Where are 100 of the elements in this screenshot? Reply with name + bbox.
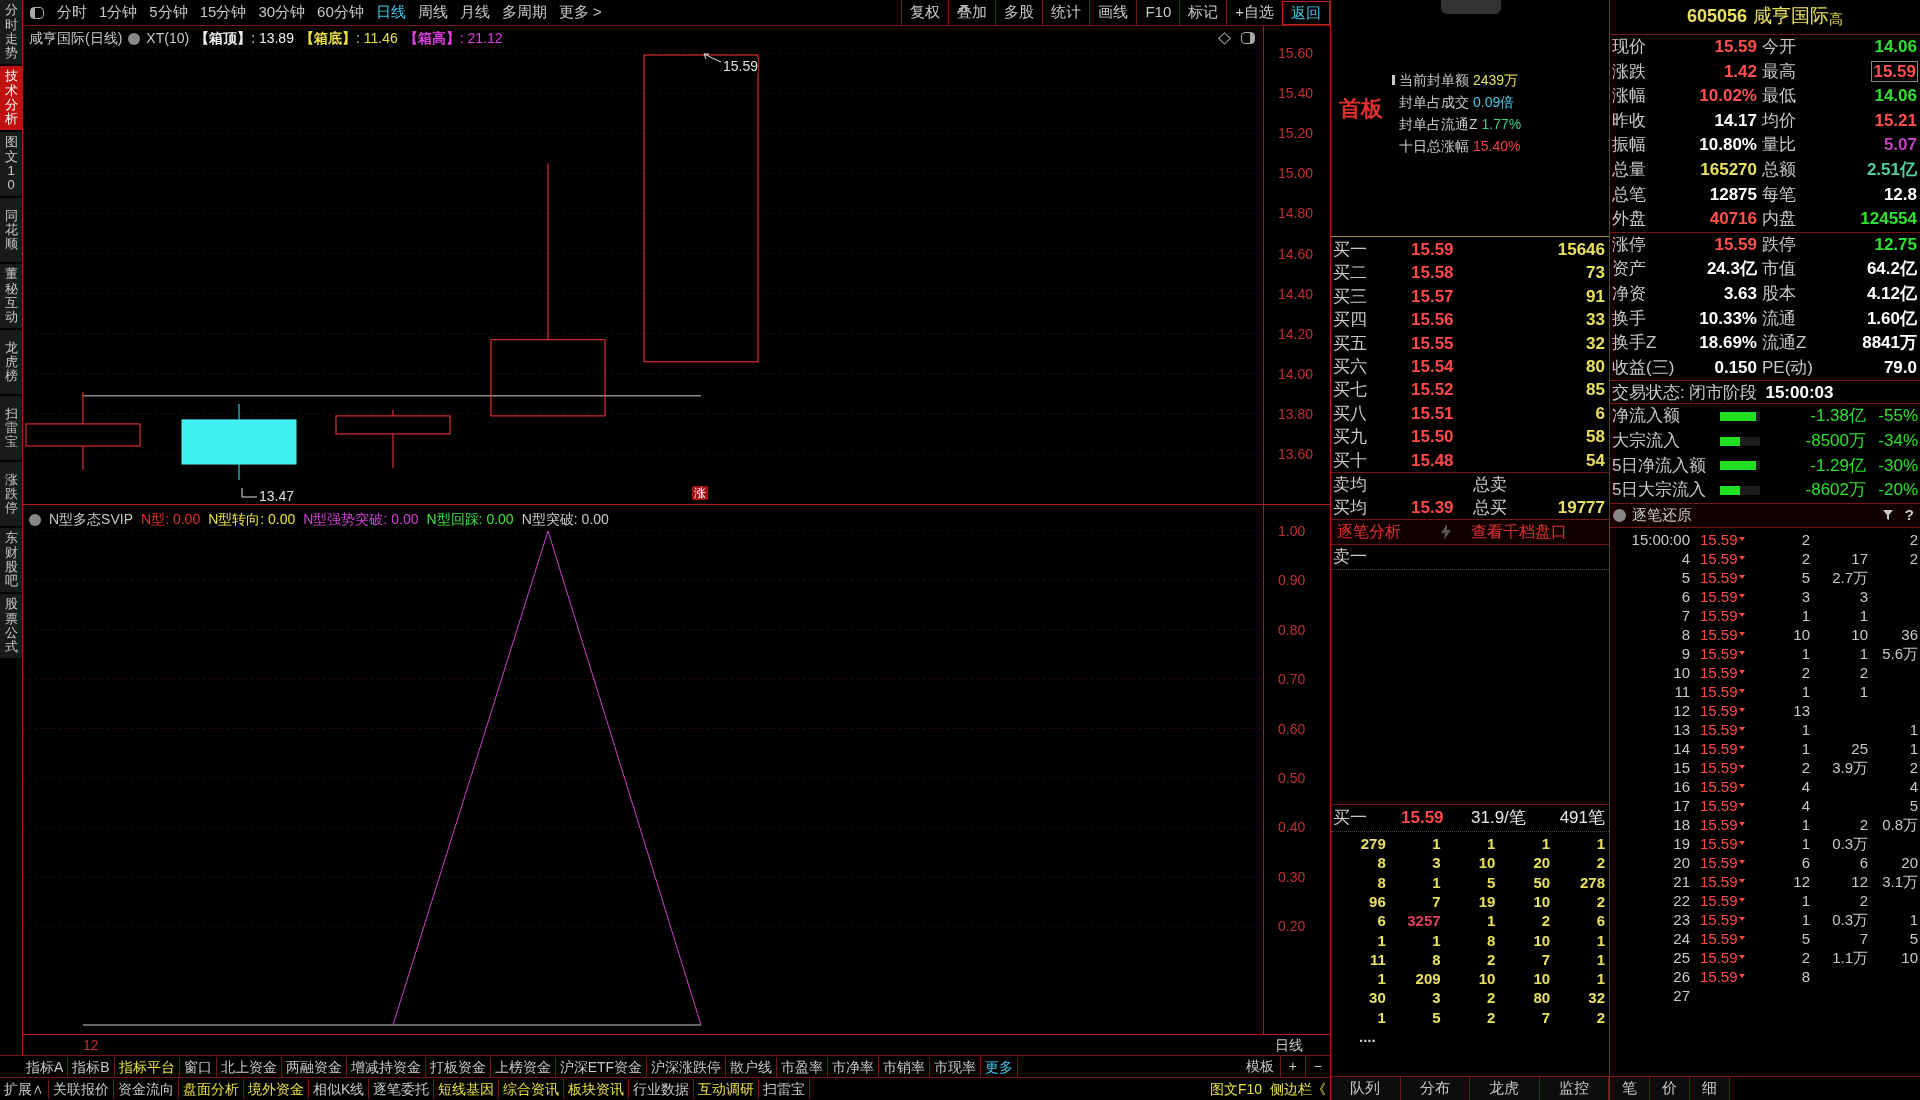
sidebar-tab[interactable]: 股票公式 [0, 594, 22, 658]
tick-group-value: 0.8万 [1882, 815, 1918, 833]
more-orders: .... [1358, 1027, 1377, 1047]
period-tab[interactable]: 5分钟 [143, 1, 194, 24]
period-tab[interactable]: 分时 [51, 1, 93, 24]
function-tab[interactable]: 扫雷宝 [759, 1079, 811, 1099]
panel-toggle-icon[interactable] [1241, 32, 1255, 44]
function-tab[interactable]: 图文F10 [1205, 1079, 1266, 1099]
sidebar-tab[interactable]: 涨跌停 [0, 462, 22, 526]
indicator-tab[interactable]: 市现率 [930, 1056, 982, 1077]
function-tab[interactable]: 侧边栏《 [1266, 1079, 1330, 1099]
indicator-tab[interactable]: 上榜资金 [490, 1056, 556, 1077]
queue-order-cell-text: 10 [1532, 891, 1551, 912]
toolbar-button[interactable]: 统计 [1042, 0, 1090, 26]
tick-time: 15:00:00 [1630, 529, 1690, 549]
indicator-toggle-icon[interactable] [128, 32, 141, 45]
sidebar-tab[interactable]: 分时走势 [0, 0, 22, 64]
period-tab[interactable]: 多周期 [495, 1, 553, 24]
toolbar-button[interactable]: 标记 [1179, 0, 1227, 26]
indicator-tab[interactable]: 指标B [68, 1056, 115, 1077]
function-tab[interactable]: 逐笔委托 [369, 1079, 435, 1099]
average-label: 买均 [1332, 497, 1368, 520]
collapse-icon[interactable] [1613, 508, 1626, 522]
panel-tab[interactable]: 龙虎 [1470, 1077, 1540, 1100]
down-arrow-icon [1738, 746, 1745, 751]
period-tab[interactable]: 周线 [411, 1, 454, 24]
queue-order-cell-text: 80 [1532, 988, 1551, 1008]
quote-label: 总量 [1611, 158, 1646, 181]
tick-volume: 1 [1801, 606, 1810, 624]
panel-toggle-icon[interactable] [30, 6, 44, 19]
function-tab[interactable]: 相似K线 [309, 1079, 370, 1099]
toolbar-button[interactable]: +自选 [1226, 0, 1282, 26]
analysis-tab[interactable]: 逐笔分析 [1331, 520, 1441, 545]
bid-price: 15.48 [1411, 449, 1455, 472]
period-tab[interactable]: 日线 [369, 1, 412, 24]
period-tab[interactable]: 30分钟 [252, 1, 312, 24]
panel-tab[interactable]: 分布 [1400, 1077, 1470, 1100]
panel-tab[interactable]: 细 [1690, 1077, 1730, 1100]
add-button[interactable]: + [1279, 1056, 1305, 1077]
quote-value: 10.02% [1698, 86, 1758, 106]
function-tab[interactable]: 关联报价 [49, 1079, 114, 1099]
function-tab[interactable]: 互动调研 [694, 1079, 760, 1099]
more-button[interactable]: 更多 > [552, 1, 608, 24]
indicator-tab[interactable]: 市盈率 [777, 1056, 829, 1077]
function-tab[interactable]: 板块资讯 [564, 1079, 630, 1099]
toolbar-button[interactable]: 复权 [901, 0, 949, 26]
indicator-tab[interactable]: 北上资金 [216, 1056, 282, 1077]
sidebar-tab[interactable]: 龙虎榜 [0, 330, 22, 394]
back-button[interactable]: 返回 [1282, 0, 1330, 25]
indicator-tab[interactable]: 散户线 [726, 1056, 778, 1077]
toolbar-button[interactable]: 多股 [995, 0, 1043, 26]
board-stat-label: 当前封单额 [1399, 71, 1469, 90]
help-button[interactable]: ? [1898, 503, 1920, 527]
toolbar-button[interactable]: F10 [1136, 0, 1180, 26]
panel-tab[interactable]: 价 [1650, 1077, 1690, 1100]
indicator-tab[interactable]: 沪深涨跌停 [647, 1056, 727, 1077]
tick-time: 27 [1672, 985, 1690, 1005]
indicator-tab[interactable]: 打板资金 [425, 1056, 491, 1077]
remove-button[interactable]: − [1304, 1056, 1330, 1077]
indicator-tab[interactable]: 两融资金 [281, 1056, 347, 1077]
sidebar-tab[interactable]: 图文10 [0, 132, 22, 196]
function-tab[interactable]: 行业数据 [629, 1079, 695, 1099]
indicator-tab[interactable]: 指标A [22, 1056, 69, 1077]
function-tab[interactable]: 盘面分析 [179, 1079, 244, 1099]
indicator-tab[interactable]: 市销率 [879, 1056, 931, 1077]
indicator-tab[interactable]: 更多 [981, 1056, 1019, 1077]
sidebar-tab[interactable]: 技术分析 [0, 66, 22, 130]
sidebar-tab[interactable]: 扫雷宝 [0, 396, 22, 460]
tick-volume: 10 [1793, 625, 1810, 643]
template-button[interactable]: 模板 [1239, 1056, 1280, 1077]
bid-level-label: 买九 [1332, 426, 1368, 449]
panel-tab[interactable]: 笔 [1610, 1077, 1650, 1100]
toolbar-button[interactable]: 叠加 [948, 0, 996, 26]
sidebar-tab[interactable]: 同花顺 [0, 198, 22, 262]
period-tab[interactable]: 15分钟 [193, 1, 253, 24]
indicator-tab[interactable]: 增减持资金 [346, 1056, 426, 1077]
board-stat-value: 0.09倍 [1473, 93, 1515, 112]
function-tab[interactable]: 资金流向 [114, 1079, 179, 1099]
period-tab[interactable]: 60分钟 [311, 1, 370, 24]
function-tab[interactable]: 扩展∧ [0, 1079, 49, 1099]
period-tab[interactable]: 1分钟 [93, 1, 144, 24]
indicator-tab[interactable]: 沪深ETF资金 [555, 1056, 648, 1077]
analysis-tab[interactable]: 查看千档盘口 [1451, 520, 1567, 545]
panel-tab[interactable]: 队列 [1331, 1077, 1401, 1100]
indicator-tab[interactable]: 市净率 [828, 1056, 880, 1077]
indicator-tab[interactable]: 指标平台 [114, 1056, 180, 1077]
sidebar-tab[interactable]: 董秘互动 [0, 264, 22, 328]
collapse-icon[interactable] [29, 513, 41, 526]
sidebar-tab[interactable]: 东财股吧 [0, 528, 22, 592]
filter-icon[interactable] [1882, 510, 1893, 521]
total-label: 总买 [1473, 497, 1507, 520]
period-tab[interactable]: 月线 [453, 1, 496, 24]
queue-order-cell-text: 7 [1431, 891, 1441, 912]
indicator-tab[interactable]: 窗口 [179, 1056, 217, 1077]
panel-tab[interactable]: 监控 [1539, 1077, 1609, 1100]
function-tab[interactable]: 短线基因 [434, 1079, 500, 1099]
queue-order-cell-text: 2 [1595, 1007, 1605, 1028]
function-tab[interactable]: 境外资金 [244, 1079, 309, 1099]
toolbar-button[interactable]: 画线 [1089, 0, 1137, 26]
function-tab[interactable]: 综合资讯 [499, 1079, 565, 1099]
